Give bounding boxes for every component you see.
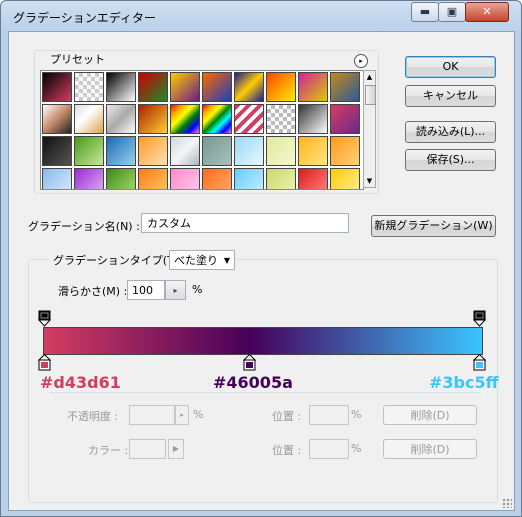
preset-swatch[interactable] [202,136,232,166]
window-title: グラデーションエディター [13,11,156,25]
preset-scrollbar[interactable]: ▲ ▼ [363,70,376,188]
minimize-button[interactable]: ▬ [411,2,439,22]
preset-swatch[interactable] [138,72,168,102]
preset-swatch[interactable] [234,136,264,166]
smoothness-unit: % [192,283,203,296]
preset-swatch[interactable] [42,168,72,189]
hex-label-middle: #46005a [213,373,293,392]
preset-swatch[interactable] [106,136,136,166]
gradient-editor-window: グラデーションエディター ▬ ▣ ✕ プリセット ▸ ▲ ▼ OK キャンセル … [0,0,522,517]
preset-swatch[interactable] [234,72,264,102]
preset-swatch[interactable] [106,168,136,189]
hex-label-left: #d43d61 [40,373,121,392]
smoothness-stepper-icon[interactable]: ▸ [165,280,186,300]
preset-swatch[interactable] [266,168,296,189]
new-gradient-button[interactable]: 新規グラデーション(W) [371,215,496,237]
preset-swatch[interactable] [330,104,360,134]
preset-swatch[interactable] [202,72,232,102]
color-stop-left-icon[interactable] [38,354,51,371]
save-button[interactable]: 保存(S)... [405,149,496,171]
opacity-label: 不透明度 : [67,410,119,423]
preset-swatch[interactable] [298,104,328,134]
preset-swatch[interactable] [266,72,296,102]
preset-swatch[interactable] [170,136,200,166]
dialog-body: プリセット ▸ ▲ ▼ OK キャンセル 読み込み(L)... 保存(S)...… [8,31,515,511]
preset-swatch[interactable] [202,168,232,189]
opacity-location-field[interactable] [309,405,349,425]
preset-swatch[interactable] [234,104,264,134]
close-button[interactable]: ✕ [465,2,509,22]
cancel-button[interactable]: キャンセル [405,85,496,107]
smoothness-label: 滑らかさ(M) : [58,285,128,298]
smoothness-input[interactable]: 100 [127,280,165,300]
preset-swatch[interactable] [74,72,104,102]
preset-swatch[interactable] [266,136,296,166]
delete-color-stop-button[interactable]: 削除(D) [383,439,477,459]
preset-swatch[interactable] [298,168,328,189]
chevron-down-icon: ▼ [223,256,230,265]
color-location-unit: % [351,442,362,455]
color-menu-arrow-icon[interactable]: ▶ [168,439,184,459]
opacity-stop-right-icon[interactable] [473,310,486,327]
hex-label-right: #3bc5ff [429,373,499,392]
delete-opacity-stop-button[interactable]: 削除(D) [383,405,477,425]
preset-swatch[interactable] [138,168,168,189]
preset-swatch[interactable] [42,72,72,102]
preset-swatch[interactable] [42,104,72,134]
preset-swatch[interactable] [74,104,104,134]
scroll-thumb[interactable] [365,85,376,105]
preset-swatch[interactable] [138,136,168,166]
gradient-preview-bar[interactable] [43,327,483,355]
preset-swatch[interactable] [234,168,264,189]
gradient-type-select[interactable]: べた塗り ▼ [169,250,235,270]
preset-swatch[interactable] [42,136,72,166]
opacity-unit: % [193,408,204,421]
resize-grip-icon[interactable] [502,498,512,508]
color-location-label: 位置 : [272,444,302,457]
preset-swatch[interactable] [330,136,360,166]
preset-swatch[interactable] [106,72,136,102]
preset-swatch[interactable] [330,168,360,189]
color-location-field[interactable] [309,439,349,459]
scroll-up-icon[interactable]: ▲ [364,71,375,83]
gradient-type-value: べた塗り [174,254,218,267]
preset-swatch[interactable] [74,136,104,166]
preset-swatch[interactable] [170,72,200,102]
opacity-stepper-icon[interactable]: ▸ [175,405,189,425]
gradient-name-label: グラデーション名(N) : [28,220,140,233]
presets-menu-icon[interactable]: ▸ [354,54,368,68]
opacity-location-unit: % [351,408,362,421]
preset-swatch[interactable] [106,104,136,134]
stops-divider [49,392,481,393]
title-bar[interactable]: グラデーションエディター ▬ ▣ ✕ [1,1,521,31]
color-label: カラー : [88,444,129,457]
maximize-button[interactable]: ▣ [438,2,466,22]
scroll-down-icon[interactable]: ▼ [364,175,375,187]
load-button[interactable]: 読み込み(L)... [405,121,496,143]
preset-swatch[interactable] [202,104,232,134]
presets-label: プリセット [46,51,109,67]
ok-button[interactable]: OK [405,56,496,78]
preset-swatch[interactable] [330,72,360,102]
opacity-stop-left-icon[interactable] [38,310,51,327]
opacity-location-label: 位置 : [272,410,302,423]
preset-swatch[interactable] [170,104,200,134]
preset-swatch[interactable] [266,104,296,134]
preset-swatch[interactable] [138,104,168,134]
preset-swatch[interactable] [298,136,328,166]
preset-swatch[interactable] [74,168,104,189]
preset-swatch[interactable] [298,72,328,102]
preset-swatch-grid[interactable] [40,70,364,190]
color-stop-middle-icon[interactable] [243,354,256,371]
preset-swatch[interactable] [170,168,200,189]
opacity-field[interactable] [129,405,175,425]
color-stop-right-icon[interactable] [473,354,486,371]
gradient-name-input[interactable]: カスタム [141,213,349,233]
color-field[interactable] [129,439,166,459]
